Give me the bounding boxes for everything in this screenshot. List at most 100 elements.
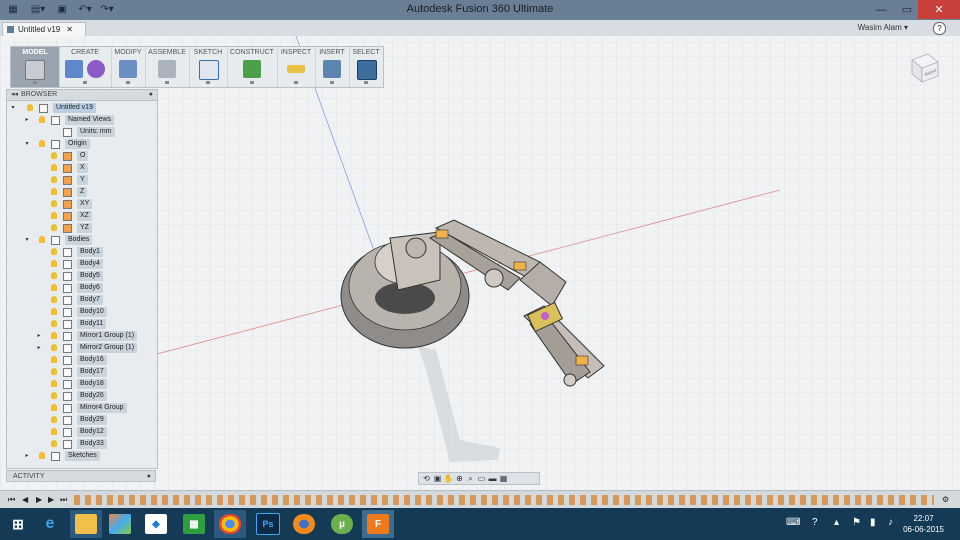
volume-icon[interactable]: ♪ xyxy=(888,517,893,528)
internet-explorer-icon[interactable]: e xyxy=(34,510,66,538)
visibility-bulb-icon[interactable] xyxy=(51,416,57,423)
fusion360-icon[interactable]: F xyxy=(362,510,394,538)
visibility-bulb-icon[interactable] xyxy=(51,152,57,159)
browser-item[interactable]: O xyxy=(9,151,155,161)
select-cursor-icon[interactable] xyxy=(357,60,377,80)
visibility-bulb-icon[interactable] xyxy=(51,332,57,339)
pan-icon[interactable]: ✋ xyxy=(444,474,454,483)
plane-icon[interactable] xyxy=(243,60,261,78)
insert-image-icon[interactable] xyxy=(323,60,341,78)
form-icon[interactable] xyxy=(87,60,105,78)
visibility-bulb-icon[interactable] xyxy=(51,224,57,231)
inspect-group[interactable]: INSPECT xyxy=(277,47,316,87)
visibility-bulb-icon[interactable] xyxy=(51,164,57,171)
visibility-bulb-icon[interactable] xyxy=(39,236,45,243)
visibility-bulb-icon[interactable] xyxy=(51,272,57,279)
browser-item[interactable]: Body16 xyxy=(9,355,155,365)
select-group[interactable]: SELECT xyxy=(349,47,383,87)
photoshop-icon[interactable]: Ps xyxy=(252,510,284,538)
activity-options-icon[interactable]: ● xyxy=(147,471,151,483)
collapse-icon[interactable]: ◂◂ xyxy=(11,90,18,100)
visibility-bulb-icon[interactable] xyxy=(51,200,57,207)
show-hidden-icons[interactable]: ▴ xyxy=(834,517,839,528)
close-button[interactable]: ✕ xyxy=(918,0,960,19)
store-icon[interactable]: ▦ xyxy=(178,510,210,538)
browser-item[interactable]: Body1 xyxy=(9,247,155,257)
view-cube[interactable]: RIGHT xyxy=(906,50,942,86)
help-tray-icon[interactable]: ? xyxy=(812,517,818,528)
maximize-button[interactable]: ▭ xyxy=(894,0,920,19)
timeline-settings-icon[interactable]: ⚙ xyxy=(942,495,949,504)
dropbox-icon[interactable]: ◆ xyxy=(140,510,172,538)
browser-item[interactable]: Body5 xyxy=(9,271,155,281)
visibility-bulb-icon[interactable] xyxy=(51,368,57,375)
browser-item[interactable]: Body26 xyxy=(9,391,155,401)
visibility-bulb-icon[interactable] xyxy=(51,428,57,435)
visibility-bulb-icon[interactable] xyxy=(51,176,57,183)
visibility-bulb-icon[interactable] xyxy=(51,356,57,363)
box-icon[interactable] xyxy=(65,60,83,78)
browser-item[interactable]: YZ xyxy=(9,223,155,233)
browser-item[interactable]: Body6 xyxy=(9,283,155,293)
visibility-bulb-icon[interactable] xyxy=(51,344,57,351)
visibility-bulb-icon[interactable] xyxy=(51,260,57,267)
visibility-bulb-icon[interactable] xyxy=(51,308,57,315)
network-icon[interactable]: ▮ xyxy=(870,517,876,528)
browser-item[interactable]: Body7 xyxy=(9,295,155,305)
create-group[interactable]: CREATE xyxy=(59,47,112,87)
expand-icon[interactable]: ▸ xyxy=(23,115,31,125)
sketch-group[interactable]: SKETCH xyxy=(189,47,228,87)
visibility-bulb-icon[interactable] xyxy=(51,248,57,255)
system-clock[interactable]: 22:07 06-06-2015 xyxy=(903,513,944,535)
minimize-button[interactable]: — xyxy=(868,0,894,19)
visibility-bulb-icon[interactable] xyxy=(51,296,57,303)
visibility-bulb-icon[interactable] xyxy=(51,404,57,411)
browser-item[interactable]: Y xyxy=(9,175,155,185)
close-tab-icon[interactable]: ✕ xyxy=(66,25,73,34)
visibility-bulb-icon[interactable] xyxy=(51,188,57,195)
browser-item[interactable]: ▸ Sketches xyxy=(9,451,155,461)
joint-icon[interactable] xyxy=(158,60,176,78)
sketch-line-icon[interactable] xyxy=(199,60,219,80)
browser-item[interactable]: ▾ Origin xyxy=(9,139,155,149)
browser-header[interactable]: ◂◂ BROWSER ● xyxy=(7,90,157,101)
go-to-start-icon[interactable]: ⏮ xyxy=(8,495,15,505)
browser-item[interactable]: Units: mm xyxy=(9,127,155,137)
visibility-bulb-icon[interactable] xyxy=(51,212,57,219)
browser-item[interactable]: ▸ Mirror1 Group (1) xyxy=(9,331,155,341)
browser-options-icon[interactable]: ● xyxy=(149,90,153,100)
step-forward-icon[interactable]: ▶ xyxy=(48,495,54,504)
construct-group[interactable]: CONSTRUCT xyxy=(227,47,278,87)
browser-item[interactable]: Body12 xyxy=(9,427,155,437)
go-to-end-icon[interactable]: ⏭ xyxy=(60,495,67,505)
browser-item[interactable]: Body29 xyxy=(9,415,155,425)
zoom-icon[interactable]: ⊕ xyxy=(455,474,464,483)
visibility-bulb-icon[interactable] xyxy=(51,392,57,399)
browser-item[interactable]: Mirror4 Group xyxy=(9,403,155,413)
visibility-bulb-icon[interactable] xyxy=(51,440,57,447)
firefox-icon[interactable] xyxy=(288,510,320,538)
chrome-icon[interactable] xyxy=(214,510,246,538)
browser-item[interactable]: XZ xyxy=(9,211,155,221)
browser-item[interactable]: Body17 xyxy=(9,367,155,377)
expand-icon[interactable]: ▸ xyxy=(23,451,31,461)
visibility-bulb-icon[interactable] xyxy=(27,104,33,111)
browser-item[interactable]: Body10 xyxy=(9,307,155,317)
orbit-icon[interactable]: ⟲ xyxy=(422,474,431,483)
start-button[interactable]: ⊞ xyxy=(2,510,34,538)
expand-icon[interactable]: ▾ xyxy=(23,235,31,245)
browser-item[interactable]: ▾ Bodies xyxy=(9,235,155,245)
assemble-group[interactable]: ASSEMBLE xyxy=(145,47,190,87)
browser-item[interactable]: XY xyxy=(9,199,155,209)
press-pull-icon[interactable] xyxy=(119,60,137,78)
look-at-icon[interactable]: ▣ xyxy=(433,474,442,483)
flag-icon[interactable]: ⚑ xyxy=(852,517,861,528)
insert-group[interactable]: INSERT xyxy=(315,47,350,87)
expand-icon[interactable]: ▸ xyxy=(35,343,43,353)
timeline-features[interactable] xyxy=(74,495,934,505)
document-tab[interactable]: Untitled v19 ✕ xyxy=(2,22,86,36)
visibility-bulb-icon[interactable] xyxy=(51,380,57,387)
help-icon[interactable]: ? xyxy=(933,22,946,35)
visibility-bulb-icon[interactable] xyxy=(39,140,45,147)
browser-item[interactable]: Body18 xyxy=(9,379,155,389)
